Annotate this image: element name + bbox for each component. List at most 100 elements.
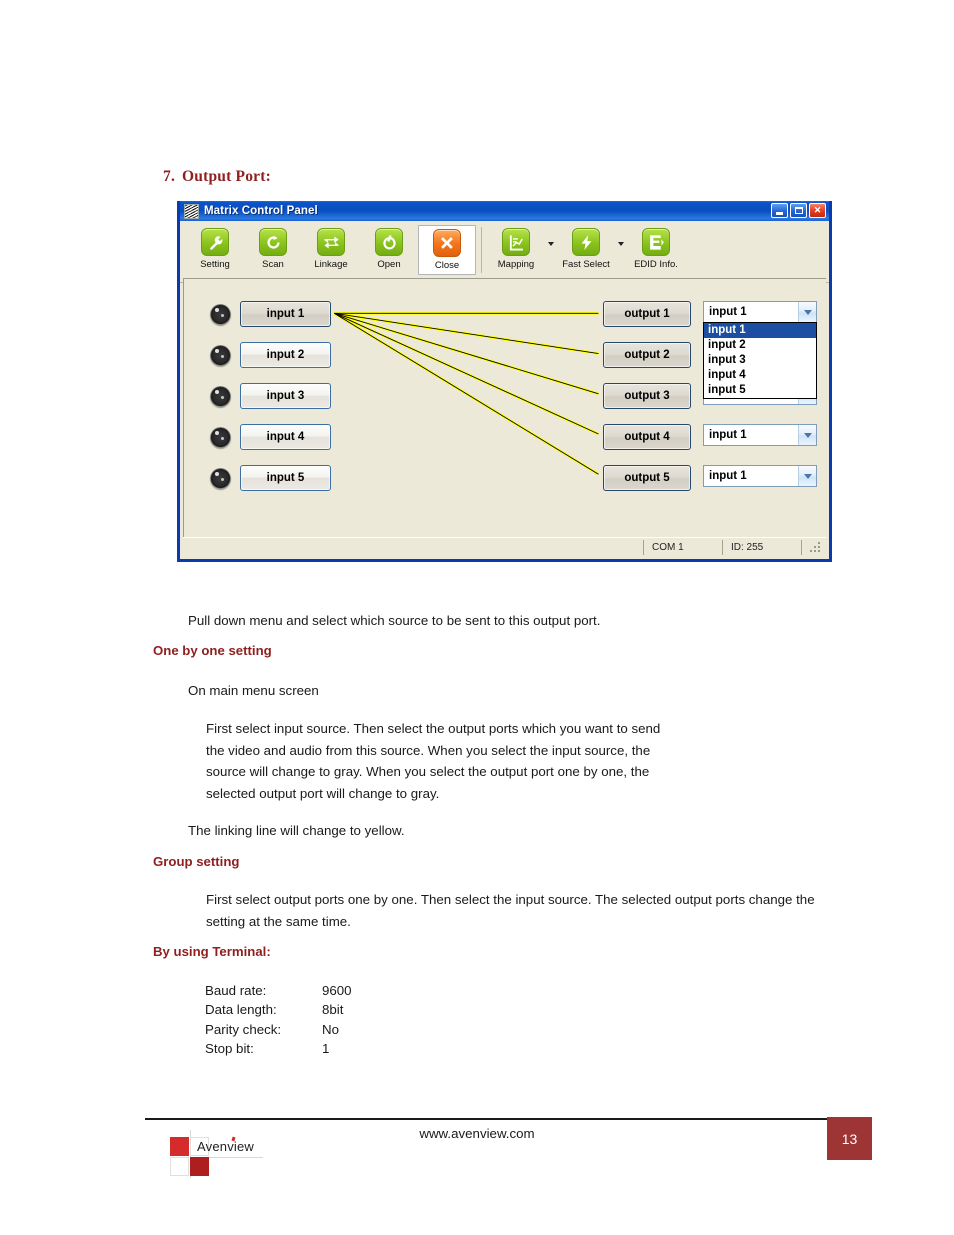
toolbar-label: Setting (200, 259, 230, 270)
window-statusbar: COM 1 ID: 255 (183, 537, 826, 556)
input-button-3[interactable]: input 3 (240, 383, 331, 409)
output-button-5[interactable]: output 5 (603, 465, 691, 491)
mapping-dropdown-arrow-icon[interactable] (545, 242, 557, 246)
output-port-row[interactable]: output 5 (603, 465, 691, 491)
terminal-key: Data length: (205, 1002, 277, 1018)
matrix-canvas: input 1 input 2 input 3 input 4 input 5 … (183, 278, 826, 537)
matrix-icon (184, 203, 199, 219)
section1-note: The linking line will change to yellow. (188, 823, 405, 838)
dropdown-option-input-5[interactable]: input 5 (704, 383, 816, 398)
toolbar-button-linkage[interactable]: Linkage (302, 225, 360, 270)
x-icon (433, 229, 461, 257)
page-title: 7. Output Port: (163, 168, 271, 186)
footer-divider (145, 1118, 828, 1120)
toolbar-button-fast-select[interactable]: Fast Select (557, 225, 615, 270)
toolbar-label: Close (434, 260, 460, 271)
close-window-button[interactable]: ✕ (809, 203, 826, 218)
terminal-value: 8bit (322, 1002, 344, 1018)
logo-square-white-bottom (170, 1157, 189, 1176)
toolbar-button-setting[interactable]: Setting (186, 225, 244, 270)
output-button-1[interactable]: output 1 (603, 301, 691, 327)
input-port-row[interactable]: input 1 (210, 301, 331, 327)
toolbar-label: Mapping (497, 259, 535, 270)
output-port-row[interactable]: output 3 (603, 383, 691, 409)
toolbar-button-open[interactable]: Open (360, 225, 418, 270)
source-select-output-5[interactable]: input 1 (703, 465, 817, 487)
toolbar-button-edid-info[interactable]: EDID Info. (627, 225, 685, 270)
source-dropdown-list[interactable]: input 1 input 2 input 3 input 4 input 5 (703, 322, 817, 399)
section-heading-group-setting: Group setting (153, 854, 240, 869)
dropdown-option-input-1[interactable]: input 1 (704, 323, 816, 338)
section-heading-terminal: By using Terminal: (153, 944, 271, 959)
output-button-2[interactable]: output 2 (603, 342, 691, 368)
terminal-value: 9600 (322, 983, 352, 998)
output-port-row[interactable]: output 1 (603, 301, 691, 327)
status-com-port: COM 1 (643, 539, 722, 555)
chevron-down-icon[interactable] (798, 466, 816, 486)
input-button-5[interactable]: input 5 (240, 465, 331, 491)
input-button-2[interactable]: input 2 (240, 342, 331, 368)
output-port-row[interactable]: output 2 (603, 342, 691, 368)
chart-map-icon (502, 228, 530, 256)
routing-diagram: input 1 input 2 input 3 input 4 input 5 … (184, 279, 826, 537)
toolbar-separator (481, 227, 482, 273)
input-button-4[interactable]: input 4 (240, 424, 331, 450)
input-port-row[interactable]: input 3 (210, 383, 331, 409)
resize-grip-icon[interactable] (810, 540, 823, 554)
edid-icon (642, 228, 670, 256)
page-title-number: 7. (163, 168, 176, 185)
source-select-value: input 1 (709, 470, 747, 482)
app-toolbar: Setting Scan Linkage Open Close Mapping … (180, 221, 829, 283)
toolbar-label: Fast Select (562, 259, 610, 270)
logo-square-red-bottom (190, 1157, 209, 1176)
source-select-output-1[interactable]: input 1 (703, 301, 817, 323)
input-port-row[interactable]: input 2 (210, 342, 331, 368)
table-row: Stop bit: 1 (205, 1039, 352, 1058)
dropdown-option-input-2[interactable]: input 2 (704, 338, 816, 353)
maximize-button[interactable] (790, 203, 807, 218)
lightning-icon (572, 228, 600, 256)
led-indicator-icon (210, 385, 231, 407)
terminal-key: Parity check: (205, 1021, 282, 1037)
led-indicator-icon (210, 467, 231, 489)
fast-select-dropdown-arrow-icon[interactable] (615, 242, 627, 246)
dropdown-option-input-3[interactable]: input 3 (704, 353, 816, 368)
minimize-button[interactable] (771, 203, 788, 218)
input-button-1[interactable]: input 1 (240, 301, 331, 327)
page-title-text: Output Port: (182, 168, 271, 185)
section1-paragraph: First select input source. Then select t… (206, 721, 661, 801)
resize-grip-area[interactable] (801, 539, 826, 555)
logo-wordmark: Avenview (197, 1139, 255, 1154)
window-titlebar[interactable]: Matrix Control Panel ✕ (180, 201, 829, 221)
window-title: Matrix Control Panel (204, 205, 318, 217)
led-indicator-icon (210, 344, 231, 366)
footer-url[interactable]: www.avenview.com (0, 1126, 954, 1141)
output-button-4[interactable]: output 4 (603, 424, 691, 450)
output-port-row[interactable]: output 4 (603, 424, 691, 450)
toolbar-label: Open (377, 259, 401, 270)
window-controls: ✕ (771, 203, 826, 218)
dropdown-option-input-4[interactable]: input 4 (704, 368, 816, 383)
source-select-output-4[interactable]: input 1 (703, 424, 817, 446)
matrix-control-panel-window: Matrix Control Panel ✕ Setting Scan Link… (177, 201, 832, 562)
output-button-3[interactable]: output 3 (603, 383, 691, 409)
chevron-down-icon[interactable] (798, 302, 816, 322)
status-device-id: ID: 255 (722, 539, 801, 555)
toolbar-button-mapping[interactable]: Mapping (487, 225, 545, 270)
toolbar-label: Scan (262, 259, 284, 270)
terminal-value: 1 (322, 1040, 330, 1056)
input-port-row[interactable]: input 4 (210, 424, 331, 450)
chevron-down-icon[interactable] (798, 425, 816, 445)
terminal-key: Stop bit: (205, 1040, 254, 1056)
toolbar-button-close[interactable]: Close (418, 225, 476, 275)
table-row: Baud rate: 9600 (205, 981, 352, 1000)
input-port-row[interactable]: input 5 (210, 465, 331, 491)
intro-paragraph: Pull down menu and select which source t… (188, 613, 601, 628)
avenview-logo: Avenview (167, 1130, 263, 1178)
link-sync-icon (317, 228, 345, 256)
toolbar-label: Linkage (314, 259, 348, 270)
terminal-settings-table: Baud rate: 9600 Data length: 8bit Parity… (205, 981, 352, 1058)
led-indicator-icon (210, 303, 231, 325)
logo-square-red-top (170, 1137, 189, 1156)
toolbar-button-scan[interactable]: Scan (244, 225, 302, 270)
